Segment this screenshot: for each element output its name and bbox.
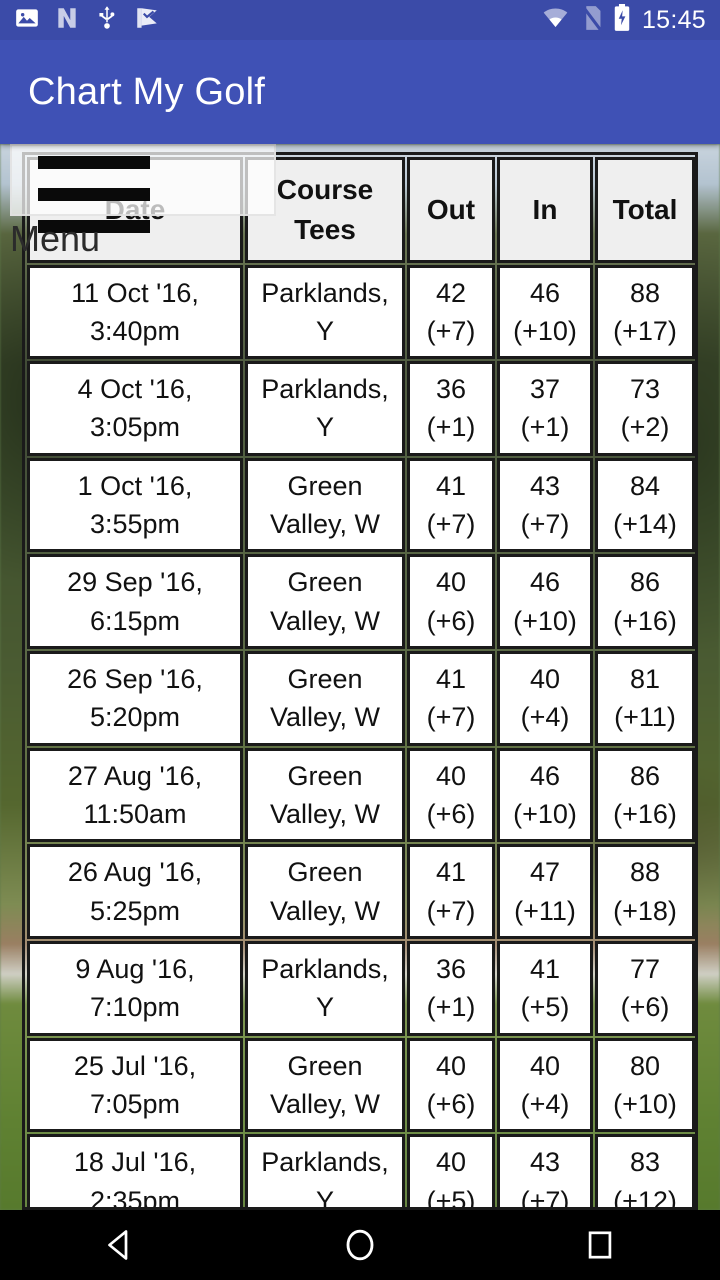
table-row[interactable]: 9 Aug '16, 7:10pm Parklands, Y 36 (+1) 41 (… bbox=[27, 941, 695, 1036]
table-row[interactable]: 11 Oct '16, 3:40pm Parklands, Y 42 (+7) 46 … bbox=[27, 264, 695, 360]
status-bar-right-icons: 15:45 bbox=[542, 3, 706, 37]
cell-in: 43 (+7) bbox=[497, 457, 593, 553]
table-row[interactable]: 27 Aug '16, 11:50am Green Valley, W 40 (+6… bbox=[27, 747, 695, 843]
cell-course: Green Valley, W bbox=[245, 1037, 405, 1133]
cell-date: 25 Jul '16, 7:05pm bbox=[27, 1037, 243, 1133]
table-row[interactable]: 18 Jul '16, 2:35pm Parklands, Y 40 (+5) 43 … bbox=[27, 1134, 695, 1207]
cell-out: 41 (+7) bbox=[407, 457, 495, 553]
cell-date: 1 Oct '16, 3:55pm bbox=[27, 457, 243, 553]
cell-in: 47 (+11) bbox=[497, 844, 593, 940]
cell-course: Parklands, Y bbox=[245, 264, 405, 360]
wifi-icon bbox=[542, 6, 569, 35]
recents-button[interactable] bbox=[540, 1210, 660, 1280]
cell-course: Parklands, Y bbox=[245, 941, 405, 1036]
table-row[interactable]: 26 Aug '16, 5:25pm Green Valley, W 41 (+7)… bbox=[27, 844, 695, 940]
app-bar: Chart My Golf bbox=[0, 40, 720, 144]
cell-course: Green Valley, W bbox=[245, 554, 405, 650]
cell-out: 40 (+6) bbox=[407, 554, 495, 650]
table-row[interactable]: 29 Sep '16, 6:15pm Green Valley, W 40 (+6)… bbox=[27, 554, 695, 650]
cell-total: 88 (+17) bbox=[595, 264, 695, 360]
cell-date: 26 Aug '16, 5:25pm bbox=[27, 844, 243, 940]
table-row[interactable]: 25 Jul '16, 7:05pm Green Valley, W 40 (+6)… bbox=[27, 1037, 695, 1133]
cell-course: Green Valley, W bbox=[245, 457, 405, 553]
table-row[interactable]: 1 Oct '16, 3:55pm Green Valley, W 41 (+7) 4… bbox=[27, 457, 695, 553]
cell-date: 27 Aug '16, 11:50am bbox=[27, 747, 243, 843]
cell-in: 46 (+10) bbox=[497, 264, 593, 360]
cell-in: 43 (+7) bbox=[497, 1134, 593, 1207]
column-header-total[interactable]: Total bbox=[595, 157, 695, 263]
cell-course: Green Valley, W bbox=[245, 747, 405, 843]
screenshot-icon bbox=[14, 5, 40, 36]
cell-course: Green Valley, W bbox=[245, 651, 405, 746]
rounds-table[interactable]: Date Course Tees Out In Total 11 Oct '16… bbox=[25, 155, 695, 1207]
table-header-row: Date Course Tees Out In Total bbox=[27, 157, 695, 263]
cell-date: 26 Sep '16, 5:20pm bbox=[27, 651, 243, 746]
cell-total: 80 (+10) bbox=[595, 1037, 695, 1133]
cell-out: 41 (+7) bbox=[407, 651, 495, 746]
rounds-table-container[interactable]: Date Course Tees Out In Total 11 Oct '16… bbox=[22, 152, 698, 1210]
usb-icon bbox=[94, 5, 120, 36]
cell-course: Parklands, Y bbox=[245, 361, 405, 456]
cell-in: 40 (+4) bbox=[497, 1037, 593, 1133]
cell-date: 9 Aug '16, 7:10pm bbox=[27, 941, 243, 1036]
cell-out: 41 (+7) bbox=[407, 844, 495, 940]
status-bar-left-icons bbox=[14, 5, 160, 36]
cell-total: 73 (+2) bbox=[595, 361, 695, 456]
cell-in: 46 (+10) bbox=[497, 747, 593, 843]
cell-in: 46 (+10) bbox=[497, 554, 593, 650]
no-sim-icon bbox=[580, 4, 602, 36]
cell-date: 18 Jul '16, 2:35pm bbox=[27, 1134, 243, 1207]
column-header-out[interactable]: Out bbox=[407, 157, 495, 263]
status-bar: 15:45 bbox=[0, 0, 720, 40]
app-title: Chart My Golf bbox=[28, 70, 265, 113]
cell-total: 84 (+14) bbox=[595, 457, 695, 553]
cell-total: 83 (+12) bbox=[595, 1134, 695, 1207]
cell-date: 4 Oct '16, 3:05pm bbox=[27, 361, 243, 456]
cell-date: 11 Oct '16, 3:40pm bbox=[27, 264, 243, 360]
cell-course: Parklands, Y bbox=[245, 1134, 405, 1207]
cell-course: Green Valley, W bbox=[245, 844, 405, 940]
status-bar-clock: 15:45 bbox=[641, 5, 706, 34]
cell-in: 41 (+5) bbox=[497, 941, 593, 1036]
home-button[interactable] bbox=[300, 1210, 420, 1280]
battery-charging-icon bbox=[613, 3, 631, 37]
cell-out: 40 (+6) bbox=[407, 1037, 495, 1133]
android-n-icon bbox=[54, 5, 80, 36]
table-header: Date Course Tees Out In Total bbox=[27, 157, 695, 263]
table-body: 11 Oct '16, 3:40pm Parklands, Y 42 (+7) 46 … bbox=[27, 264, 695, 1207]
cell-total: 86 (+16) bbox=[595, 554, 695, 650]
cell-out: 36 (+1) bbox=[407, 941, 495, 1036]
cell-date: 29 Sep '16, 6:15pm bbox=[27, 554, 243, 650]
column-header-course-tees[interactable]: Course Tees bbox=[245, 157, 405, 263]
cell-out: 40 (+5) bbox=[407, 1134, 495, 1207]
cell-in: 37 (+1) bbox=[497, 361, 593, 456]
back-button[interactable] bbox=[60, 1210, 180, 1280]
cell-out: 42 (+7) bbox=[407, 264, 495, 360]
table-row[interactable]: 26 Sep '16, 5:20pm Green Valley, W 41 (+7)… bbox=[27, 651, 695, 746]
cell-out: 40 (+6) bbox=[407, 747, 495, 843]
cell-total: 86 (+16) bbox=[595, 747, 695, 843]
table-row[interactable]: 4 Oct '16, 3:05pm Parklands, Y 36 (+1) 37 (… bbox=[27, 361, 695, 456]
cell-out: 36 (+1) bbox=[407, 361, 495, 456]
column-header-in[interactable]: In bbox=[497, 157, 593, 263]
checkflag-icon bbox=[134, 5, 160, 36]
cell-in: 40 (+4) bbox=[497, 651, 593, 746]
content-area: Date Course Tees Out In Total 11 Oct '16… bbox=[0, 144, 720, 1210]
cell-total: 88 (+18) bbox=[595, 844, 695, 940]
column-header-date[interactable]: Date bbox=[27, 157, 243, 263]
cell-total: 77 (+6) bbox=[595, 941, 695, 1036]
android-navigation-bar bbox=[0, 1210, 720, 1280]
cell-total: 81 (+11) bbox=[595, 651, 695, 746]
